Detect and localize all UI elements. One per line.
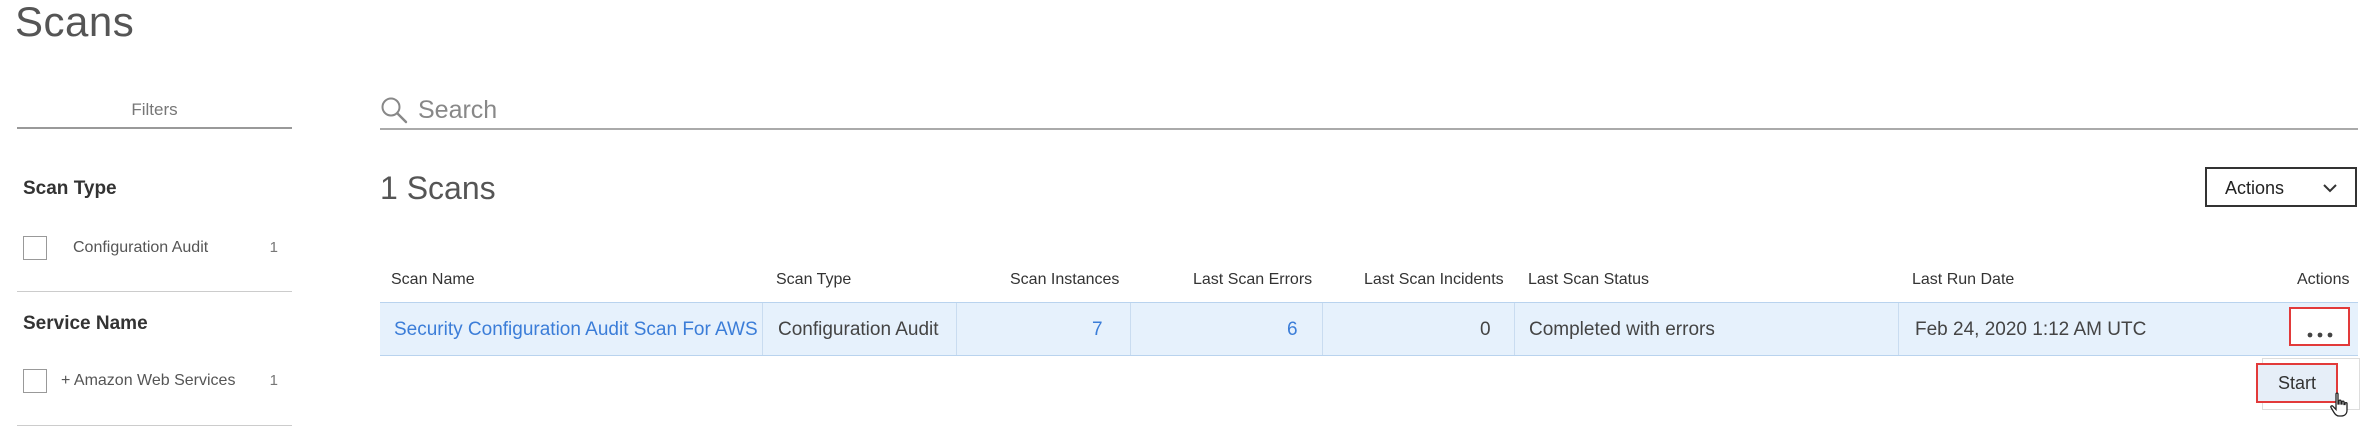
column-header-last-scan-errors[interactable]: Last Scan Errors (1193, 271, 1312, 289)
column-header-last-scan-incidents[interactable]: Last Scan Incidents (1364, 271, 1504, 289)
cell-divider (1322, 303, 1323, 355)
column-header-scan-type[interactable]: Scan Type (776, 271, 851, 289)
filter-option-count: 1 (269, 239, 278, 256)
section-divider (17, 425, 292, 426)
actions-button-label: Actions (2225, 178, 2285, 198)
filter-option-label: Configuration Audit (73, 239, 209, 256)
cell-divider (956, 303, 957, 355)
chevron-down-icon (2321, 179, 2339, 202)
cell-divider (1130, 303, 1131, 355)
start-scan-menu-item[interactable]: Start (2256, 363, 2338, 403)
last-scan-errors-link[interactable]: 6 (1287, 319, 1298, 341)
cell-divider (1898, 303, 1899, 355)
filters-divider (17, 127, 292, 129)
filter-section-scan-type: Scan Type (23, 178, 117, 199)
table-row[interactable]: Security Configuration Audit Scan For AW… (380, 302, 2358, 356)
search-bar[interactable] (380, 92, 2358, 130)
cell-divider (762, 303, 763, 355)
column-header-scan-instances[interactable]: Scan Instances (1010, 271, 1119, 289)
column-header-actions: Actions (2297, 271, 2350, 288)
search-input[interactable] (416, 94, 2320, 126)
scan-type-cell: Configuration Audit (778, 319, 939, 340)
column-header-last-run-date[interactable]: Last Run Date (1912, 271, 2014, 289)
last-run-date-cell: Feb 24, 2020 1:12 AM UTC (1915, 319, 2147, 340)
search-icon (380, 96, 408, 129)
page-title: Scans (15, 0, 135, 45)
hand-cursor-icon (2329, 392, 2351, 423)
scan-instances-link[interactable]: 7 (1092, 319, 1103, 341)
checkbox[interactable] (23, 369, 47, 393)
filter-option-count: 1 (269, 372, 278, 389)
last-scan-incidents-cell: 0 (1480, 319, 1491, 340)
last-scan-status-cell: Completed with errors (1529, 319, 1715, 340)
filters-label: Filters (131, 100, 178, 119)
filter-section-service-name: Service Name (23, 313, 148, 334)
filter-option-amazon-web-services[interactable]: + Amazon Web Services 1 (23, 369, 278, 395)
column-header-last-scan-status[interactable]: Last Scan Status (1528, 271, 1649, 289)
more-horizontal-icon (2307, 325, 2333, 343)
filter-option-label: + Amazon Web Services (61, 372, 236, 389)
row-actions-menu-button[interactable] (2289, 307, 2350, 346)
filter-option-configuration-audit[interactable]: Configuration Audit 1 (23, 236, 278, 262)
scan-name-link[interactable]: Security Configuration Audit Scan For AW… (394, 319, 758, 341)
column-header-scan-name[interactable]: Scan Name (391, 271, 475, 289)
checkbox[interactable] (23, 236, 47, 260)
section-divider (17, 291, 292, 292)
cell-divider (1514, 303, 1515, 355)
actions-dropdown-button[interactable]: Actions (2205, 167, 2357, 207)
scans-count-heading: 1 Scans (380, 170, 496, 206)
